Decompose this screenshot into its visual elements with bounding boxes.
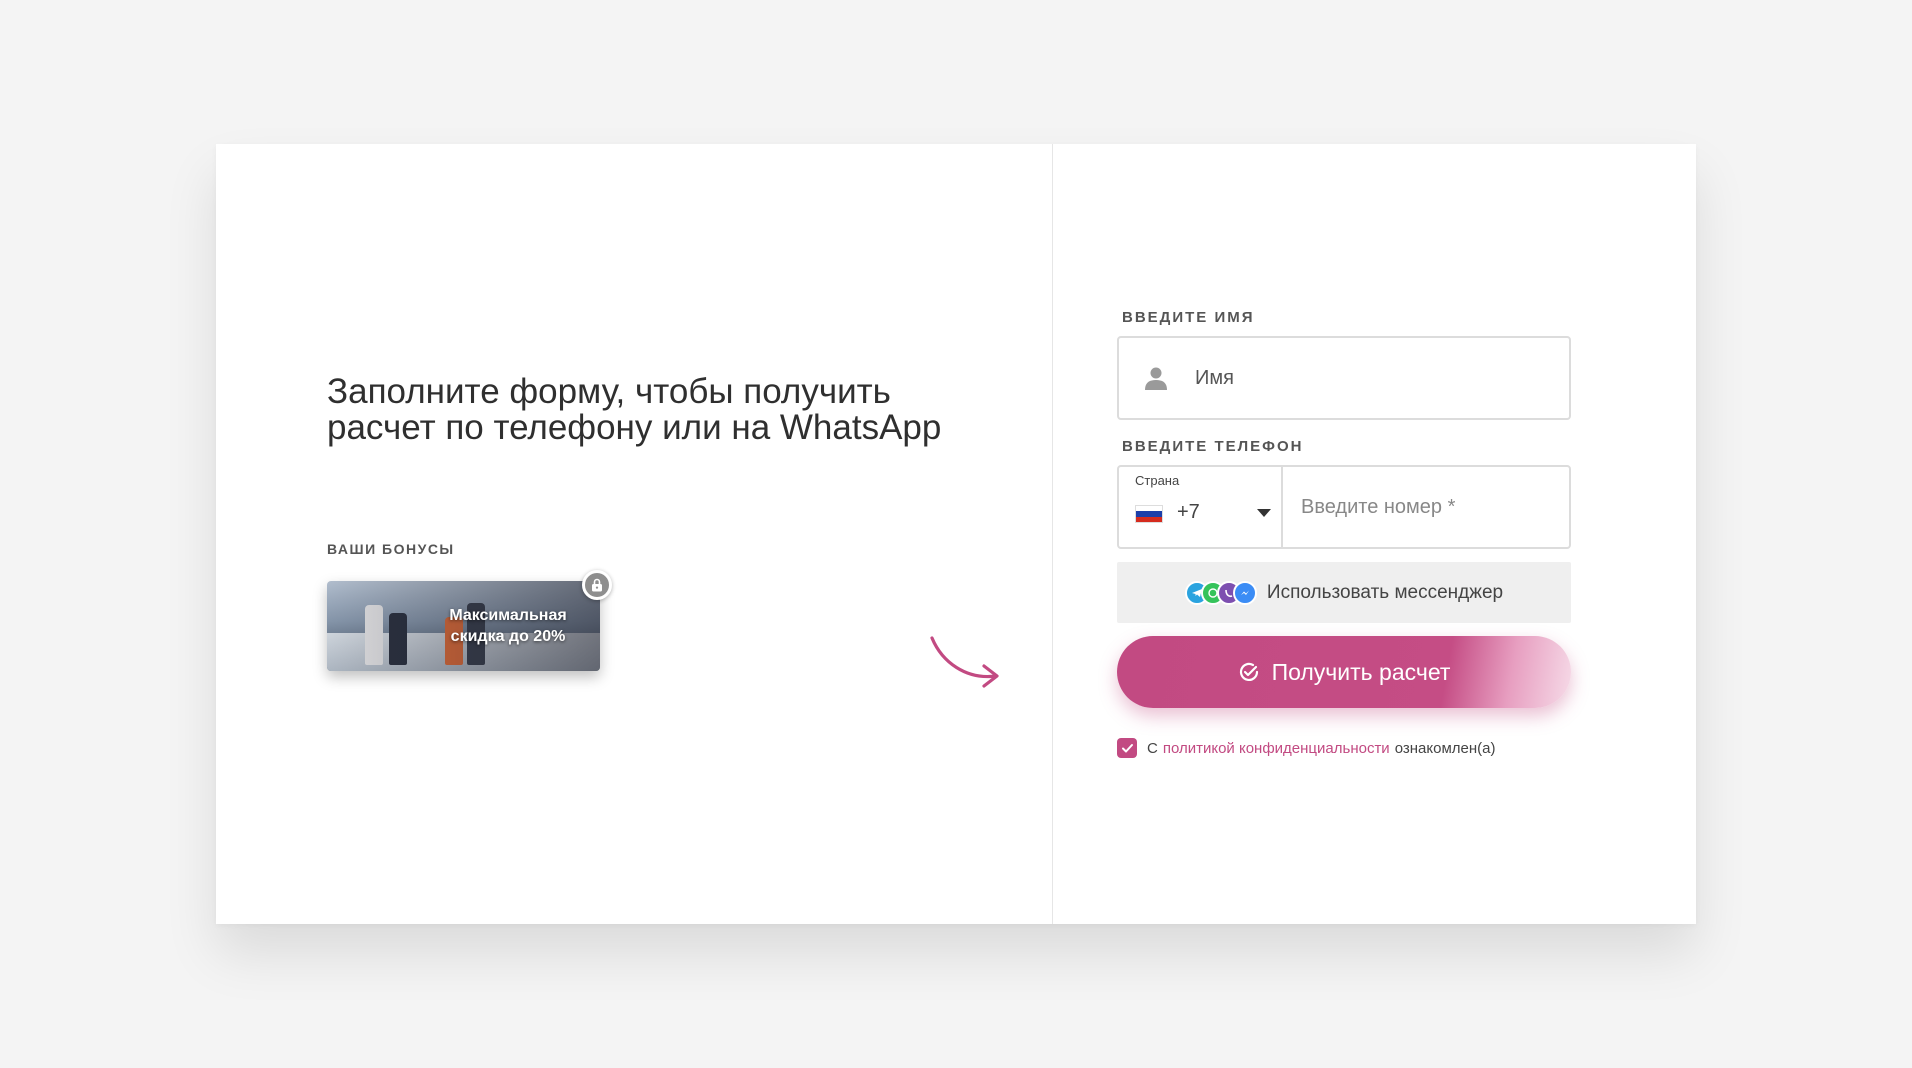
phone-field: Страна +7	[1117, 465, 1571, 549]
bonus-card[interactable]: Максимальная скидка до 20%	[327, 581, 600, 671]
checkmark-icon	[1121, 743, 1133, 752]
check-circle-icon	[1238, 661, 1260, 683]
messenger-icon	[1232, 580, 1257, 605]
chevron-down-icon	[1257, 509, 1271, 517]
name-field[interactable]	[1117, 336, 1571, 420]
user-icon	[1141, 365, 1171, 391]
consent-checkbox[interactable]	[1117, 738, 1137, 758]
phone-field-label: ВВЕДИТЕ ТЕЛЕФОН	[1122, 438, 1304, 455]
use-messenger-label: Использовать мессенджер	[1266, 581, 1504, 603]
name-field-label: ВВЕДИТЕ ИМЯ	[1122, 309, 1255, 326]
page-title: Заполните форму, чтобы получить расчет п…	[327, 372, 942, 447]
phone-input[interactable]	[1283, 467, 1569, 547]
country-select[interactable]: Страна +7	[1119, 467, 1283, 547]
get-estimate-button[interactable]: Получить расчет	[1117, 636, 1571, 708]
privacy-policy-link[interactable]: политикой конфиденциальности	[1163, 740, 1390, 757]
form-card: Заполните форму, чтобы получить расчет п…	[216, 144, 1696, 924]
consent-suffix: ознакомлен(а)	[1394, 739, 1496, 757]
use-messenger-button[interactable]: Использовать мессенджер	[1117, 562, 1571, 623]
country-code: +7	[1177, 501, 1200, 523]
privacy-consent: С политикой конфиденциальности ознакомле…	[1117, 738, 1495, 758]
bonus-card-text: Максимальная скидка до 20%	[449, 607, 567, 645]
consent-prefix: С	[1147, 739, 1158, 757]
country-caption: Страна	[1135, 473, 1180, 488]
bonuses-label: ВАШИ БОНУСЫ	[327, 541, 455, 557]
lock-icon	[582, 570, 612, 600]
right-panel: ВВЕДИТЕ ИМЯ ВВЕДИТЕ ТЕЛЕФОН Страна +7	[1053, 144, 1696, 924]
messenger-icons	[1184, 580, 1257, 605]
get-estimate-label: Получить расчет	[1271, 658, 1451, 685]
russia-flag-icon	[1135, 505, 1163, 523]
left-panel: Заполните форму, чтобы получить расчет п…	[216, 144, 1053, 924]
name-input[interactable]	[1195, 366, 1555, 390]
arrow-right-icon	[930, 636, 999, 688]
